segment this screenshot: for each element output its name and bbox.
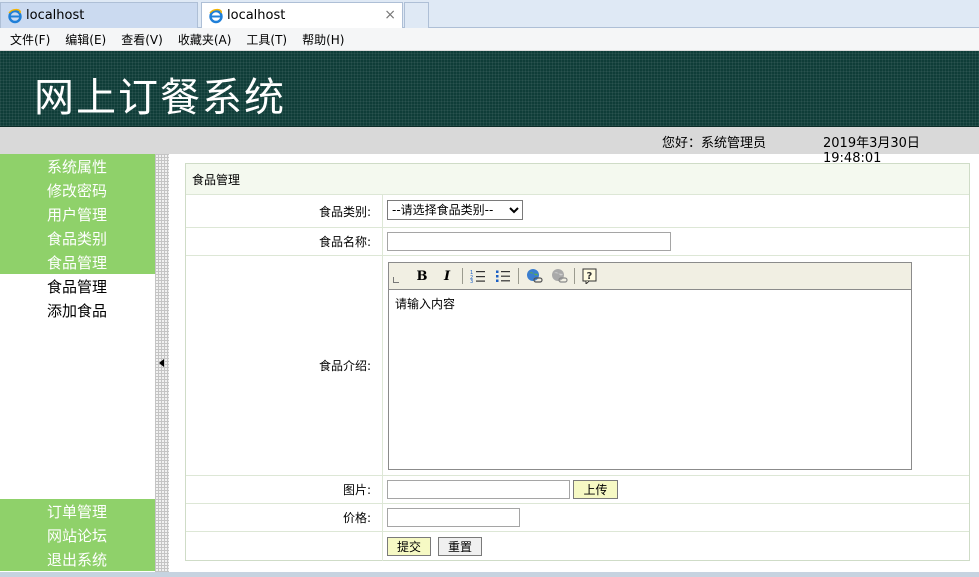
- reset-button[interactable]: 重置: [438, 537, 482, 556]
- menu-help[interactable]: 帮助(H): [302, 31, 344, 48]
- toolbar-separator: [518, 268, 519, 284]
- image-label: 图片:: [186, 476, 383, 503]
- site-header: 网上订餐系统: [0, 51, 979, 127]
- browser-menu-bar: 文件(F) 编辑(E) 查看(V) 收藏夹(A) 工具(T) 帮助(H): [0, 28, 979, 51]
- ordered-list-icon[interactable]: 123: [468, 267, 488, 285]
- toolbar-grip-icon: [393, 277, 399, 283]
- menu-file[interactable]: 文件(F): [10, 31, 50, 48]
- browser-tab[interactable]: localhost: [0, 2, 198, 28]
- svg-text:3: 3: [470, 279, 473, 283]
- current-datetime: 2019年3月30日 19:48:01: [823, 136, 920, 166]
- price-label: 价格:: [186, 504, 383, 531]
- help-icon[interactable]: ?: [580, 267, 600, 285]
- menu-view[interactable]: 查看(V): [121, 31, 163, 48]
- sidebar-item-forum[interactable]: 网站论坛: [0, 523, 155, 547]
- sidebar-subitem-food-management[interactable]: 食品管理: [0, 274, 155, 298]
- toolbar-separator: [462, 268, 463, 284]
- form-row-category: 食品类别:: [186, 195, 969, 228]
- sidebar-splitter[interactable]: [155, 154, 169, 572]
- menu-tools[interactable]: 工具(T): [246, 31, 287, 48]
- insert-link-icon[interactable]: [524, 267, 544, 285]
- close-icon[interactable]: ×: [384, 7, 396, 23]
- user-greeting: 您好：系统管理员: [662, 136, 767, 151]
- food-name-input[interactable]: [387, 232, 671, 251]
- ie-icon: [7, 8, 23, 24]
- price-input[interactable]: [387, 508, 520, 527]
- editor-content[interactable]: 请输入内容: [395, 295, 455, 312]
- collapse-arrow-icon[interactable]: [159, 359, 164, 367]
- toolbar-separator: [574, 268, 575, 284]
- unordered-list-icon[interactable]: [493, 267, 513, 285]
- submit-button[interactable]: 提交: [387, 537, 431, 556]
- new-tab-button[interactable]: [404, 2, 429, 28]
- sidebar-item-user-management[interactable]: 用户管理: [0, 202, 155, 226]
- upload-button[interactable]: 上传: [573, 480, 618, 499]
- user-status-bar: 您好：系统管理员 2019年3月30日 19:48:01: [0, 127, 979, 166]
- remove-link-icon[interactable]: [549, 267, 569, 285]
- browser-tab-active[interactable]: localhost ×: [201, 2, 403, 28]
- editor-toolbar: B I 123 ?: [389, 263, 911, 290]
- category-select[interactable]: --请选择食品类别--: [387, 200, 523, 220]
- sidebar-item-system-properties[interactable]: 系统属性: [0, 154, 155, 178]
- site-title: 网上订餐系统: [34, 75, 286, 121]
- actions-label-cell: [186, 532, 383, 561]
- menu-favorites[interactable]: 收藏夹(A): [178, 31, 232, 48]
- sidebar-subitem-add-food[interactable]: 添加食品: [0, 298, 155, 322]
- food-intro-label: 食品介绍:: [186, 256, 383, 475]
- panel-title: 食品管理: [186, 164, 969, 195]
- food-form-panel: 食品管理 食品类别: --请选择食品类别-- 食品名称: 食品介绍: B I 1…: [185, 163, 970, 561]
- sidebar-item-food-management[interactable]: 食品管理: [0, 250, 155, 274]
- form-row-price: 价格:: [186, 504, 969, 532]
- ie-icon: [208, 8, 224, 24]
- browser-tab-bar: localhost localhost ×: [0, 0, 979, 28]
- menu-edit[interactable]: 编辑(E): [65, 31, 106, 48]
- rich-text-editor[interactable]: B I 123 ? 请输入内容: [388, 262, 912, 470]
- sidebar-item-change-password[interactable]: 修改密码: [0, 178, 155, 202]
- form-row-actions: [186, 532, 969, 561]
- window-bottom-edge: [0, 572, 979, 577]
- food-name-label: 食品名称:: [186, 228, 383, 255]
- sidebar-item-order-management[interactable]: 订单管理: [0, 499, 155, 523]
- category-label: 食品类别:: [186, 195, 383, 227]
- tab-title: localhost: [26, 8, 85, 23]
- sidebar: 系统属性 修改密码 用户管理 食品类别 食品管理 食品管理 添加食品 订单管理 …: [0, 154, 155, 572]
- sidebar-item-logout[interactable]: 退出系统: [0, 547, 155, 571]
- image-path-input[interactable]: [387, 480, 570, 499]
- tab-title: localhost: [227, 8, 286, 23]
- svg-text:?: ?: [587, 271, 593, 282]
- bold-icon[interactable]: B: [412, 267, 432, 285]
- italic-icon[interactable]: I: [437, 267, 457, 285]
- sidebar-item-food-category[interactable]: 食品类别: [0, 226, 155, 250]
